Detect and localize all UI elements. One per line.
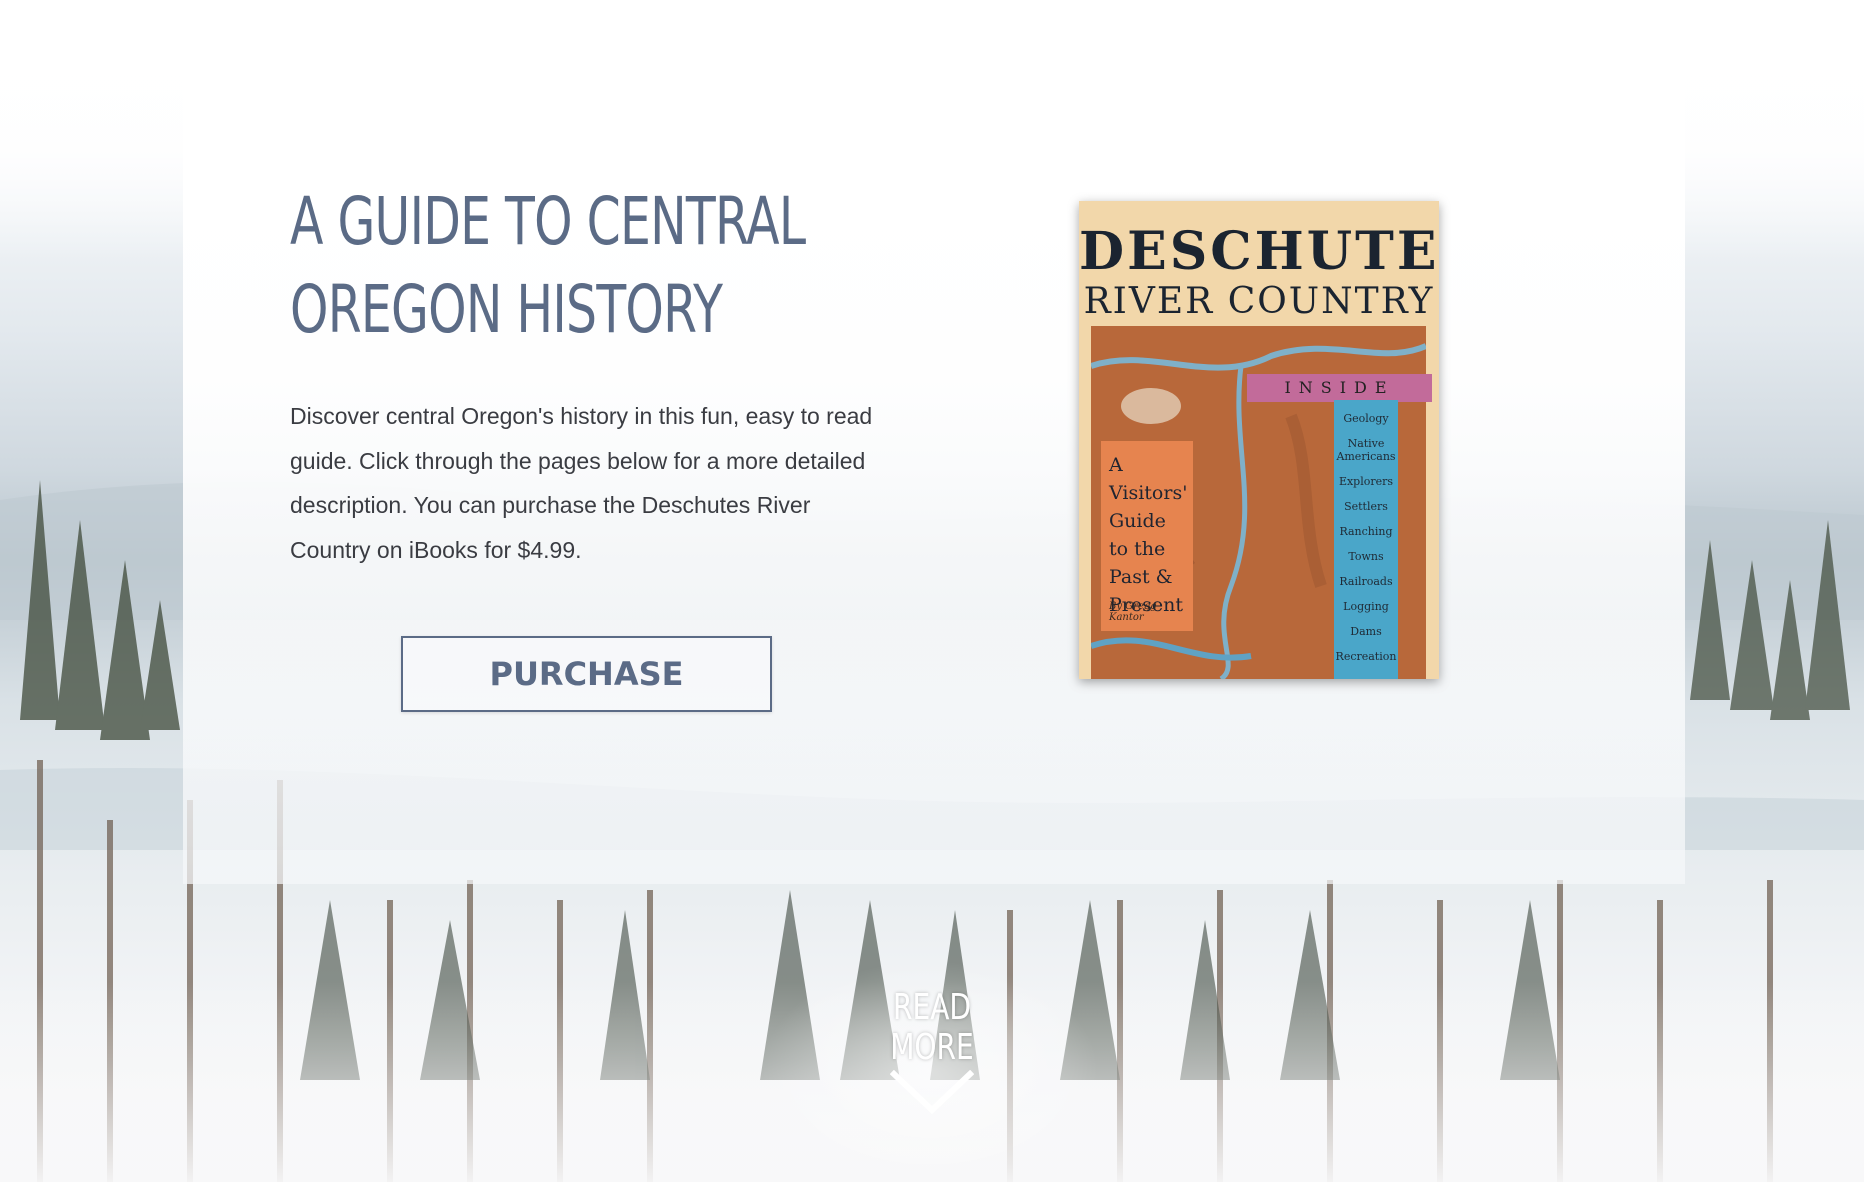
- book-topic: Geology: [1343, 412, 1389, 425]
- book-subtitle-line: A Visitors': [1109, 454, 1188, 504]
- book-topic: Settlers: [1344, 500, 1388, 513]
- book-topic: Towns: [1348, 550, 1384, 563]
- book-subtitle-line: Past &: [1109, 566, 1173, 588]
- page-title-line-2: OREGON HISTORY: [290, 271, 723, 348]
- read-more-line-2: MORE: [890, 1027, 974, 1068]
- book-cover-topics: Geology Native Americans Explorers Settl…: [1334, 400, 1398, 679]
- book-topic: Logging: [1343, 600, 1389, 613]
- book-subtitle-line: to the: [1109, 538, 1166, 560]
- book-cover-inside-banner: INSIDE: [1247, 374, 1432, 402]
- book-subtitle-line: Guide: [1109, 510, 1166, 532]
- hero-description: Discover central Oregon's history in thi…: [290, 403, 873, 563]
- chevron-down-icon: [890, 1070, 974, 1115]
- read-more-label: READ MORE: [885, 988, 979, 1068]
- book-topic: Railroads: [1339, 575, 1393, 588]
- page-title: A GUIDE TO CENTRAL OREGON HISTORY: [290, 178, 806, 354]
- book-cover-image: DESCHUTES RIVER COUNTRY INSIDE Geology N…: [1079, 201, 1439, 679]
- book-cover-title-bottom: RIVER COUNTRY: [1083, 281, 1435, 322]
- hero-card: A GUIDE TO CENTRAL OREGON HISTORY Discov…: [183, 28, 1685, 884]
- read-more-line-1: READ: [892, 987, 972, 1028]
- book-topic: Ranching: [1339, 525, 1393, 538]
- book-topic: Recreation: [1335, 650, 1397, 663]
- book-cover-subtitle-panel: A Visitors' Guide to the Past & Present …: [1101, 441, 1193, 631]
- book-topic: Dams: [1350, 625, 1382, 638]
- book-cover-author: By Gregg Kantor: [1109, 601, 1157, 623]
- book-topic: Native Americans: [1336, 437, 1396, 463]
- purchase-button[interactable]: PURCHASE: [401, 636, 772, 712]
- book-cover-title-top: DESCHUTES: [1079, 221, 1439, 282]
- page-title-line-1: A GUIDE TO CENTRAL: [290, 183, 806, 260]
- book-topic: Explorers: [1338, 475, 1394, 488]
- read-more-link[interactable]: READ MORE: [872, 988, 992, 1116]
